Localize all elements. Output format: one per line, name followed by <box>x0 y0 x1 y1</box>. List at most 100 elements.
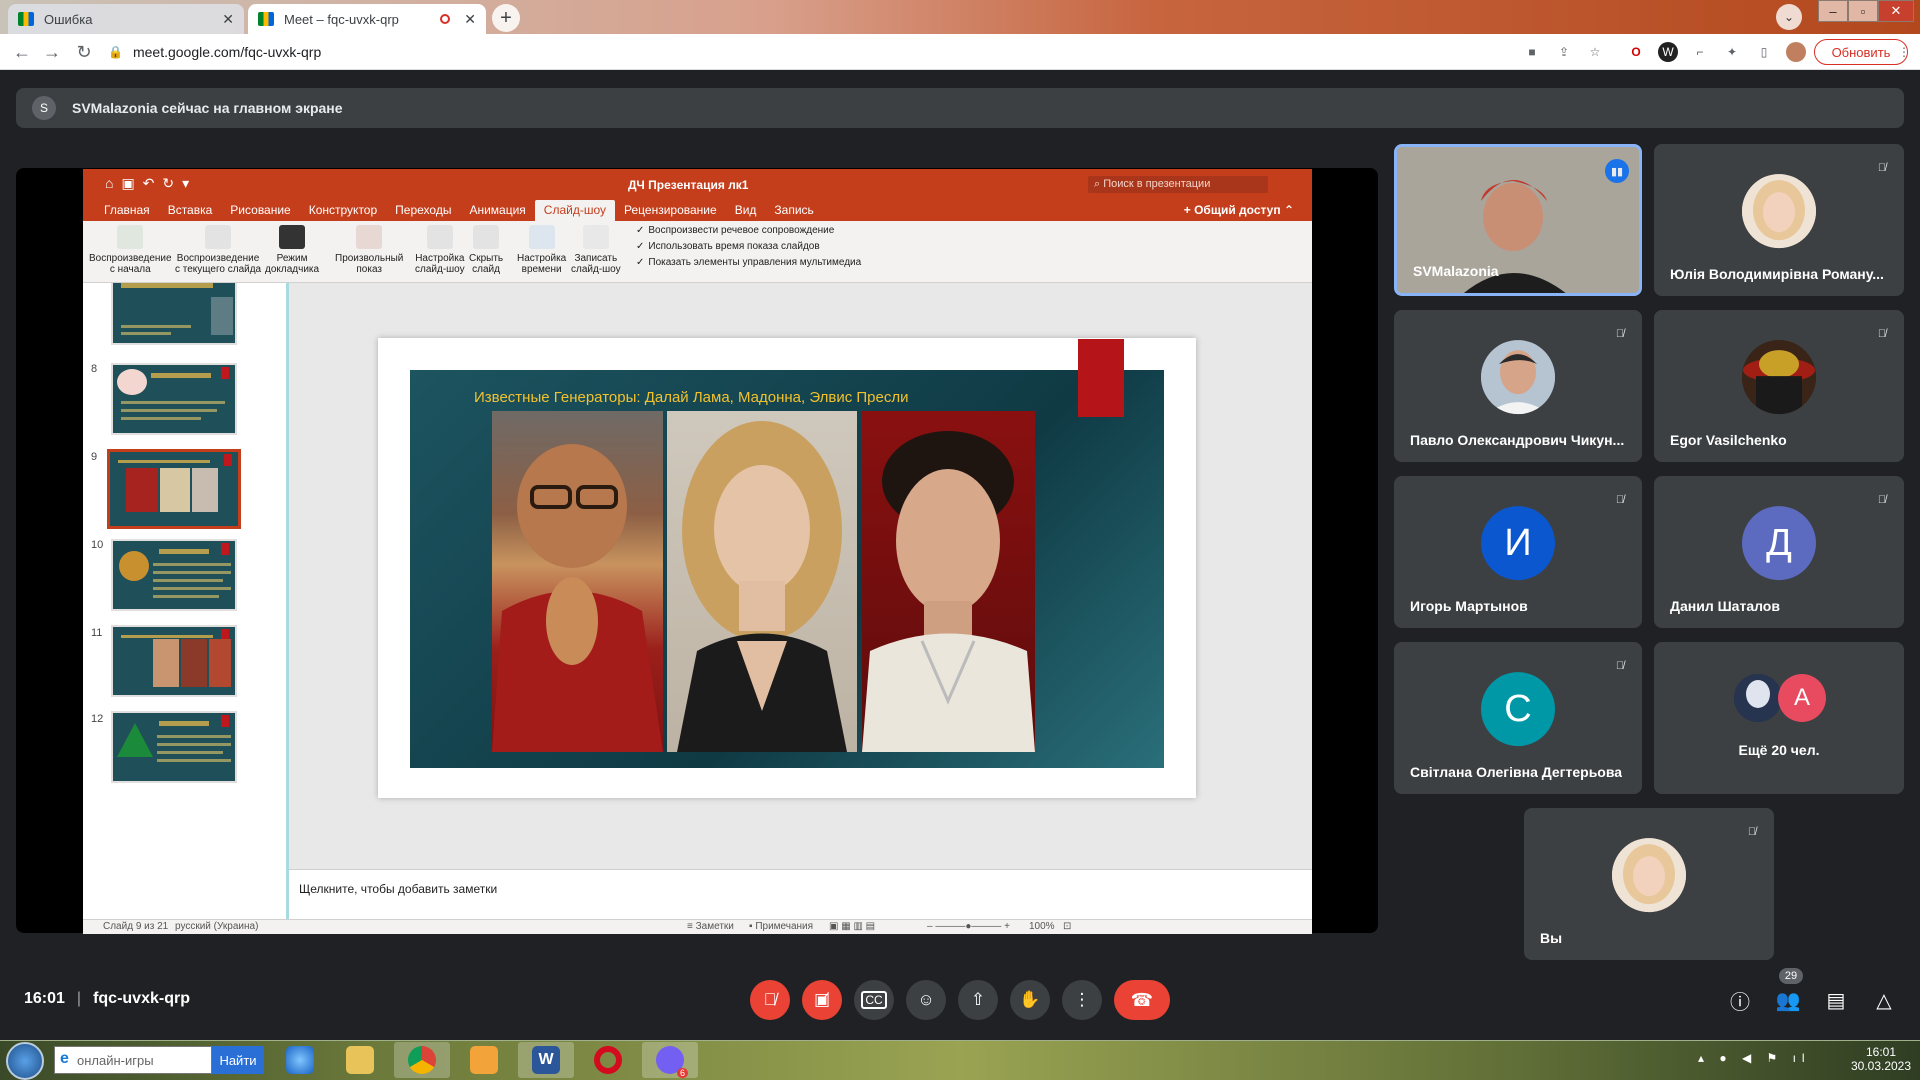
reactions-button[interactable]: ☺ <box>906 980 946 1020</box>
camera-toggle-button[interactable]: ▣̸ <box>802 980 842 1020</box>
people-button[interactable]: 👥 <box>1774 986 1802 1014</box>
hand-icon: ✋ <box>1019 990 1041 1009</box>
ppt-tab-active[interactable]: Слайд-шоу <box>534 200 616 221</box>
extension-icon[interactable]: W <box>1658 42 1678 62</box>
language-indicator[interactable]: русский (Украина) <box>175 921 258 932</box>
self-tile[interactable]: 🎙̸ Вы <box>1524 808 1774 960</box>
camera-icon[interactable]: ■ <box>1522 42 1542 62</box>
zoom-level[interactable]: 100% <box>1029 921 1055 932</box>
tab-error[interactable]: Ошибка ✕ <box>8 4 244 34</box>
custom-show-button[interactable]: Произвольный показ <box>335 225 403 275</box>
more-options-button[interactable]: ⋮ <box>1062 980 1102 1020</box>
view-buttons-icon[interactable]: ▣ ▦ ▥ ▤ <box>829 921 875 932</box>
ppt-tab[interactable]: Анимация <box>460 203 534 221</box>
timings-checkbox[interactable]: Использовать время показа слайдов <box>636 241 819 252</box>
raise-hand-button[interactable]: ✋ <box>1010 980 1050 1020</box>
present-screen-button[interactable]: ⇧ <box>958 980 998 1020</box>
play-from-current-button[interactable]: Воспроизведение с текущего слайда <box>175 225 261 275</box>
ppt-tab[interactable]: Вид <box>726 203 766 221</box>
chrome-taskbar-icon[interactable] <box>394 1042 450 1078</box>
microphone-toggle-button[interactable]: 🎙̸ <box>750 980 790 1020</box>
participant-tile[interactable]: 🎙̸ Д Данил Шаталов <box>1654 476 1904 628</box>
notes-pane[interactable]: Щелкните, чтобы добавить заметки <box>289 869 1312 919</box>
forward-button[interactable]: → <box>40 40 64 64</box>
ppt-tab[interactable]: Рецензирование <box>615 203 726 221</box>
participant-tile[interactable]: 🎙̸ Egor Vasilchenko <box>1654 310 1904 462</box>
start-button[interactable] <box>6 1042 44 1080</box>
extensions-puzzle-icon[interactable]: ✦ <box>1722 42 1742 62</box>
back-button[interactable]: ← <box>10 40 34 64</box>
ppt-tab[interactable]: Рисование <box>221 203 299 221</box>
ppt-tab[interactable]: Конструктор <box>300 203 386 221</box>
fit-slide-icon[interactable]: ⊡ <box>1063 921 1071 932</box>
participant-tile[interactable]: 🎙̸ С Світлана Олегівна Дегтерьова <box>1394 642 1642 794</box>
participant-name: Юлія Володимирівна Роману... <box>1670 266 1884 282</box>
ppt-tab[interactable]: Запись <box>765 203 822 221</box>
captions-button[interactable]: CC <box>854 980 894 1020</box>
taskbar-search-button[interactable]: Найти <box>212 1046 264 1074</box>
chrome-menu-icon[interactable]: ⋮ <box>1894 42 1914 62</box>
info-icon: ⓘ <box>1730 991 1750 1014</box>
participant-tile-presenter[interactable]: ▮▮ SVMalazonia <box>1394 144 1642 296</box>
slide-thumbnail[interactable] <box>111 283 237 345</box>
comments-toggle[interactable]: ▪ Примечания <box>749 921 813 932</box>
meeting-info: 16:01 | fqc-uvxk-qrp <box>24 990 190 1007</box>
zoom-slider[interactable]: – ———●——— + <box>927 921 1010 932</box>
ppt-share-button[interactable]: + Общий доступ ⌃ <box>1184 203 1294 217</box>
play-from-start-button[interactable]: Воспроизведение с начала <box>89 225 172 275</box>
slide-thumbnail[interactable] <box>111 625 237 697</box>
side-panel-icon[interactable]: ▯ <box>1754 42 1774 62</box>
slide-thumbnail[interactable] <box>111 539 237 611</box>
new-tab-button[interactable]: + <box>492 4 520 32</box>
address-bar[interactable]: 🔒 meet.google.com/fqc-uvxk-qrp <box>108 38 1468 66</box>
close-tab-icon[interactable]: ✕ <box>464 11 476 28</box>
muted-mic-icon: 🎙̸ <box>1615 660 1625 672</box>
bookmark-star-icon[interactable]: ☆ <box>1585 42 1605 62</box>
close-window-button[interactable]: ✕ <box>1878 0 1914 22</box>
opera-extension-icon[interactable]: O <box>1626 42 1646 62</box>
ppt-tab[interactable]: Главная <box>95 203 159 221</box>
explorer-taskbar-icon[interactable] <box>332 1042 388 1078</box>
maximize-button[interactable]: ▫ <box>1848 0 1878 22</box>
close-tab-icon[interactable]: ✕ <box>222 11 234 28</box>
share-icon[interactable]: ⇪ <box>1554 42 1574 62</box>
slide-thumbnail-selected[interactable] <box>107 449 241 529</box>
participant-tile[interactable]: 🎙̸ Юлія Володимирівна Роману... <box>1654 144 1904 296</box>
reload-button[interactable]: ↻ <box>72 40 96 64</box>
chat-button[interactable]: ▤ <box>1822 986 1850 1014</box>
ppt-search-input[interactable]: ⌕ Поиск в презентации <box>1088 176 1268 193</box>
ppt-tab[interactable]: Вставка <box>159 203 222 221</box>
tab-search-button[interactable]: ⌄ <box>1776 4 1802 30</box>
participant-tile[interactable]: 🎙̸ Павло Олександрович Чикун... <box>1394 310 1642 462</box>
slide-thumbnail[interactable] <box>111 711 237 783</box>
taskbar-search-input[interactable]: онлайн-игры <box>54 1046 212 1074</box>
minimize-button[interactable]: – <box>1818 0 1848 22</box>
glasses-extension-icon[interactable]: ⌐ <box>1690 42 1710 62</box>
narrations-checkbox[interactable]: Воспроизвести речевое сопровождение <box>636 225 834 236</box>
quick-access-icons[interactable]: ⌂▣↶↻▾ <box>105 175 197 192</box>
media-controls-checkbox[interactable]: Показать элементы управления мультимедиа <box>636 257 861 268</box>
setup-show-button[interactable]: Настройка слайд-шоу <box>415 225 465 275</box>
play-from-start-icon <box>117 225 144 249</box>
meeting-details-button[interactable]: ⓘ <box>1726 986 1754 1014</box>
profile-avatar[interactable] <box>1786 42 1806 62</box>
tab-meet[interactable]: Meet – fqc-uvxk-qrp ✕ <box>248 4 486 34</box>
hide-slide-button[interactable]: Скрыть слайд <box>469 225 503 275</box>
leave-call-button[interactable]: ☎ <box>1114 980 1170 1020</box>
viber-taskbar-icon[interactable]: 6 <box>642 1042 698 1078</box>
notes-toggle[interactable]: ≡ Заметки <box>687 921 734 932</box>
slide-thumbnail[interactable] <box>111 363 237 435</box>
media-player-taskbar-icon[interactable] <box>456 1042 512 1078</box>
internet-explorer-taskbar-icon[interactable] <box>272 1042 328 1078</box>
word-taskbar-icon[interactable]: W <box>518 1042 574 1078</box>
activities-button[interactable]: △ <box>1870 986 1898 1014</box>
tray-icons[interactable]: ▴ ● ◀ ⚑ ıl <box>1698 1051 1838 1065</box>
participant-tile[interactable]: 🎙̸ И Игорь Мартынов <box>1394 476 1642 628</box>
others-tile[interactable]: A Ещё 20 чел. <box>1654 642 1904 794</box>
presenter-view-button[interactable]: Режим докладчика <box>265 225 319 275</box>
opera-taskbar-icon[interactable] <box>580 1042 636 1078</box>
tray-clock[interactable]: 16:01 30.03.2023 <box>1846 1045 1916 1073</box>
ppt-tab[interactable]: Переходы <box>386 203 460 221</box>
record-show-button[interactable]: Записать слайд-шоу <box>571 225 621 275</box>
rehearse-timings-button[interactable]: Настройка времени <box>517 225 566 275</box>
